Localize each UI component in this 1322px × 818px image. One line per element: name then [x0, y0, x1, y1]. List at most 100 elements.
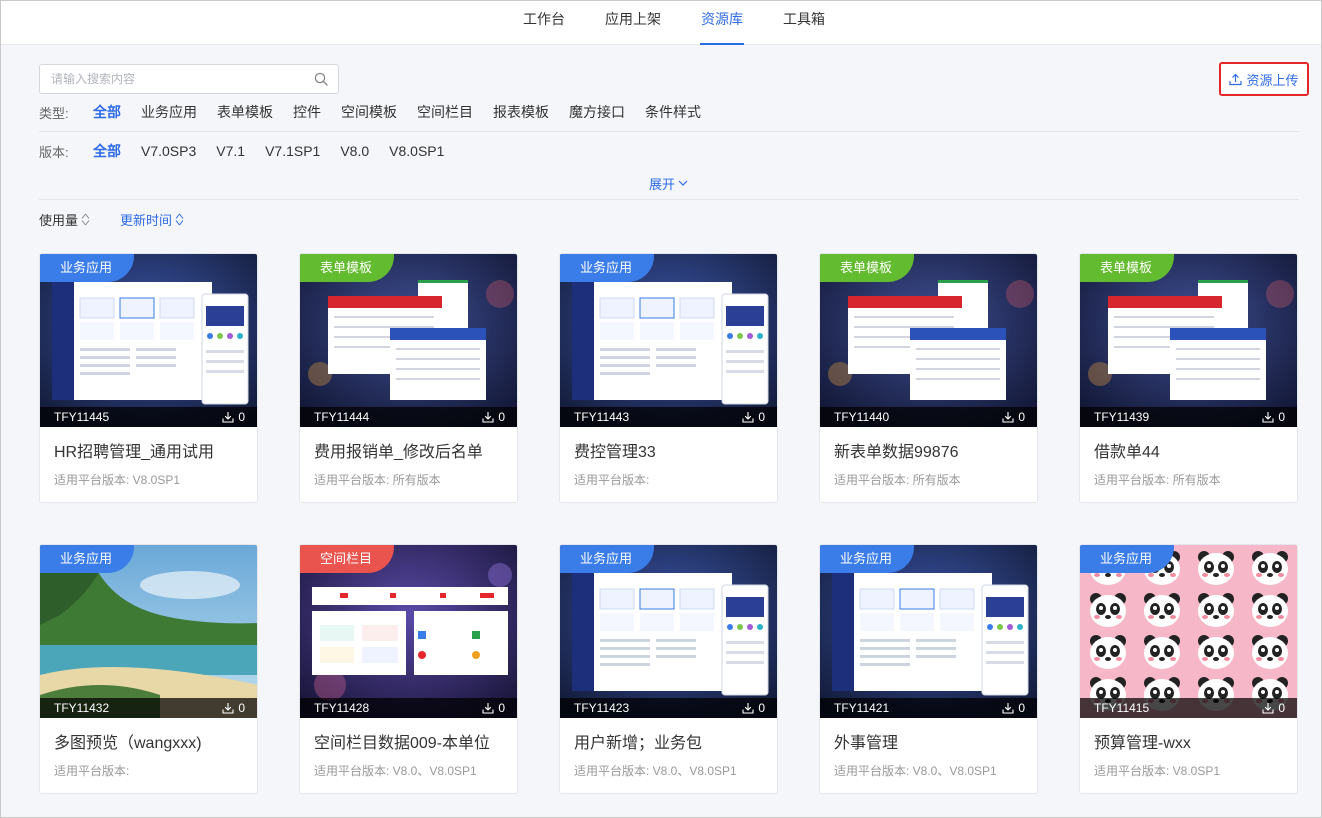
card-title[interactable]: 费用报销单_修改后名单 — [314, 438, 483, 462]
card-version: 适用平台版本: V8.0、V8.0SP1 — [834, 764, 997, 778]
resource-card[interactable]: 业务应用 TFY11445 0 HR招聘管理_通用试用 适用平台版本: V8.0… — [39, 253, 258, 503]
upload-icon — [1229, 73, 1243, 85]
card-version: 适用平台版本: 所有版本 — [1094, 473, 1221, 487]
download-count-value: 0 — [1278, 410, 1285, 424]
type-filter-space-column[interactable]: 空间栏目 — [417, 102, 473, 122]
type-filter-business-app[interactable]: 业务应用 — [141, 102, 197, 122]
sort-usage-label: 使用量 — [39, 212, 79, 228]
resource-card[interactable]: 业务应用 TFY11415 0 预算管理-wxx 适用平台版本: V8.0SP1 — [1079, 544, 1298, 794]
version-filter-label: 版本: — [39, 144, 69, 160]
tab-app-listing[interactable]: 应用上架 — [604, 1, 662, 45]
download-count-value: 0 — [758, 701, 765, 715]
card-id: TFY11444 — [314, 410, 370, 424]
card-id: TFY11439 — [1094, 410, 1150, 424]
version-filter: 版本: 全部 V7.0SP3 V7.1 V7.1SP1 V8.0 V8.0SP1 — [39, 140, 464, 162]
card-version: 适用平台版本: V8.0、V8.0SP1 — [574, 764, 737, 778]
download-icon — [742, 703, 754, 714]
card-thumbnail: 业务应用 TFY11443 0 — [560, 254, 777, 427]
resource-card[interactable]: 表单模板 TFY11440 0 新表单数据99876 适用平台版本: 所有版本 — [819, 253, 1038, 503]
version-filter-v70sp3[interactable]: V7.0SP3 — [141, 143, 196, 159]
card-download-count: 0 — [742, 407, 765, 427]
card-id-bar: TFY11443 0 — [560, 407, 777, 427]
card-version: 适用平台版本: V8.0、V8.0SP1 — [314, 764, 477, 778]
card-thumbnail: 业务应用 TFY11432 0 — [40, 545, 257, 718]
version-filter-v71[interactable]: V7.1 — [216, 143, 245, 159]
card-download-count: 0 — [1262, 407, 1285, 427]
download-icon — [1262, 412, 1274, 423]
resource-card[interactable]: 表单模板 TFY11444 0 费用报销单_修改后名单 适用平台版本: 所有版本 — [299, 253, 518, 503]
card-id: TFY11443 — [574, 410, 630, 424]
type-filter-all[interactable]: 全部 — [93, 102, 121, 122]
type-filter-report-template[interactable]: 报表模板 — [493, 102, 549, 122]
search-input[interactable] — [40, 65, 300, 93]
filter-divider — [39, 131, 1299, 132]
tab-workbench[interactable]: 工作台 — [522, 1, 566, 45]
card-id-bar: TFY11445 0 — [40, 407, 257, 427]
search-icon[interactable] — [314, 72, 328, 86]
card-type-tag: 空间栏目 — [300, 545, 395, 573]
card-thumbnail: 表单模板 TFY11440 0 — [820, 254, 1037, 427]
card-title[interactable]: HR招聘管理_通用试用 — [54, 438, 214, 462]
download-icon — [1002, 703, 1014, 714]
card-id: TFY11428 — [314, 701, 370, 715]
card-title[interactable]: 多图预览（wangxxx) — [54, 729, 202, 753]
resource-upload-button[interactable]: 资源上传 — [1219, 62, 1309, 96]
card-version: 适用平台版本: — [54, 764, 130, 778]
card-title[interactable]: 用户新增；业务包 — [574, 729, 702, 753]
resource-card[interactable]: 业务应用 TFY11421 0 外事管理 适用平台版本: V8.0、V8.0SP… — [819, 544, 1038, 794]
card-title[interactable]: 空间栏目数据009-本单位 — [314, 729, 490, 753]
resource-card[interactable]: 业务应用 TFY11423 0 用户新增；业务包 适用平台版本: V8.0、V8… — [559, 544, 778, 794]
tab-toolbox[interactable]: 工具箱 — [782, 1, 826, 45]
sort-icon — [81, 213, 90, 225]
download-count-value: 0 — [238, 701, 245, 715]
card-title[interactable]: 借款单44 — [1094, 438, 1160, 462]
download-count-value: 0 — [498, 410, 505, 424]
card-download-count: 0 — [482, 407, 505, 427]
resource-card[interactable]: 表单模板 TFY11439 0 借款单44 适用平台版本: 所有版本 — [1079, 253, 1298, 503]
card-type-tag: 业务应用 — [560, 254, 655, 282]
sort-icon — [175, 213, 184, 225]
card-type-tag: 表单模板 — [1080, 254, 1175, 282]
card-title[interactable]: 预算管理-wxx — [1094, 729, 1191, 753]
download-icon — [1002, 412, 1014, 423]
resource-card[interactable]: 业务应用 TFY11443 0 费控管理33 适用平台版本: — [559, 253, 778, 503]
download-icon — [482, 412, 494, 423]
type-filter-form-template[interactable]: 表单模板 — [217, 102, 273, 122]
card-thumbnail: 业务应用 TFY11445 0 — [40, 254, 257, 427]
card-thumbnail: 业务应用 TFY11415 0 — [1080, 545, 1297, 718]
card-id-bar: TFY11423 0 — [560, 698, 777, 718]
download-count-value: 0 — [498, 701, 505, 715]
card-title[interactable]: 费控管理33 — [574, 438, 656, 462]
resource-card[interactable]: 业务应用 TFY11432 0 多图预览（wangxxx) 适用平台版本: — [39, 544, 258, 794]
card-download-count: 0 — [222, 698, 245, 718]
sort-by-updated[interactable]: 更新时间 — [120, 211, 184, 228]
resource-card[interactable]: 空间栏目 TFY11428 0 空间栏目数据009-本单位 适用平台版本: V8… — [299, 544, 518, 794]
download-icon — [1262, 703, 1274, 714]
version-filter-all[interactable]: 全部 — [93, 141, 121, 161]
download-count-value: 0 — [1278, 701, 1285, 715]
card-id-bar: TFY11440 0 — [820, 407, 1037, 427]
card-type-tag: 业务应用 — [40, 254, 135, 282]
top-nav: 工作台 应用上架 资源库 工具箱 — [1, 1, 1321, 45]
version-filter-v80sp1[interactable]: V8.0SP1 — [389, 143, 444, 159]
card-title[interactable]: 新表单数据99876 — [834, 438, 959, 462]
card-download-count: 0 — [1262, 698, 1285, 718]
type-filter-cube-interface[interactable]: 魔方接口 — [569, 102, 625, 122]
card-id-bar: TFY11421 0 — [820, 698, 1037, 718]
type-filter-condition-style[interactable]: 条件样式 — [645, 102, 701, 122]
card-id-bar: TFY11428 0 — [300, 698, 517, 718]
card-thumbnail: 空间栏目 TFY11428 0 — [300, 545, 517, 718]
card-type-tag: 表单模板 — [300, 254, 395, 282]
download-count-value: 0 — [1018, 701, 1025, 715]
version-filter-v71sp1[interactable]: V7.1SP1 — [265, 143, 320, 159]
card-id: TFY11415 — [1094, 701, 1150, 715]
type-filter-control[interactable]: 控件 — [293, 102, 321, 122]
type-filter-space-template[interactable]: 空间模板 — [341, 102, 397, 122]
expand-toggle[interactable]: 展开 — [649, 174, 688, 192]
card-title[interactable]: 外事管理 — [834, 729, 898, 753]
card-version: 适用平台版本: 所有版本 — [834, 473, 961, 487]
tab-resource-library[interactable]: 资源库 — [700, 1, 744, 45]
card-id-bar: TFY11444 0 — [300, 407, 517, 427]
version-filter-v80[interactable]: V8.0 — [340, 143, 369, 159]
sort-by-usage[interactable]: 使用量 — [39, 211, 90, 228]
